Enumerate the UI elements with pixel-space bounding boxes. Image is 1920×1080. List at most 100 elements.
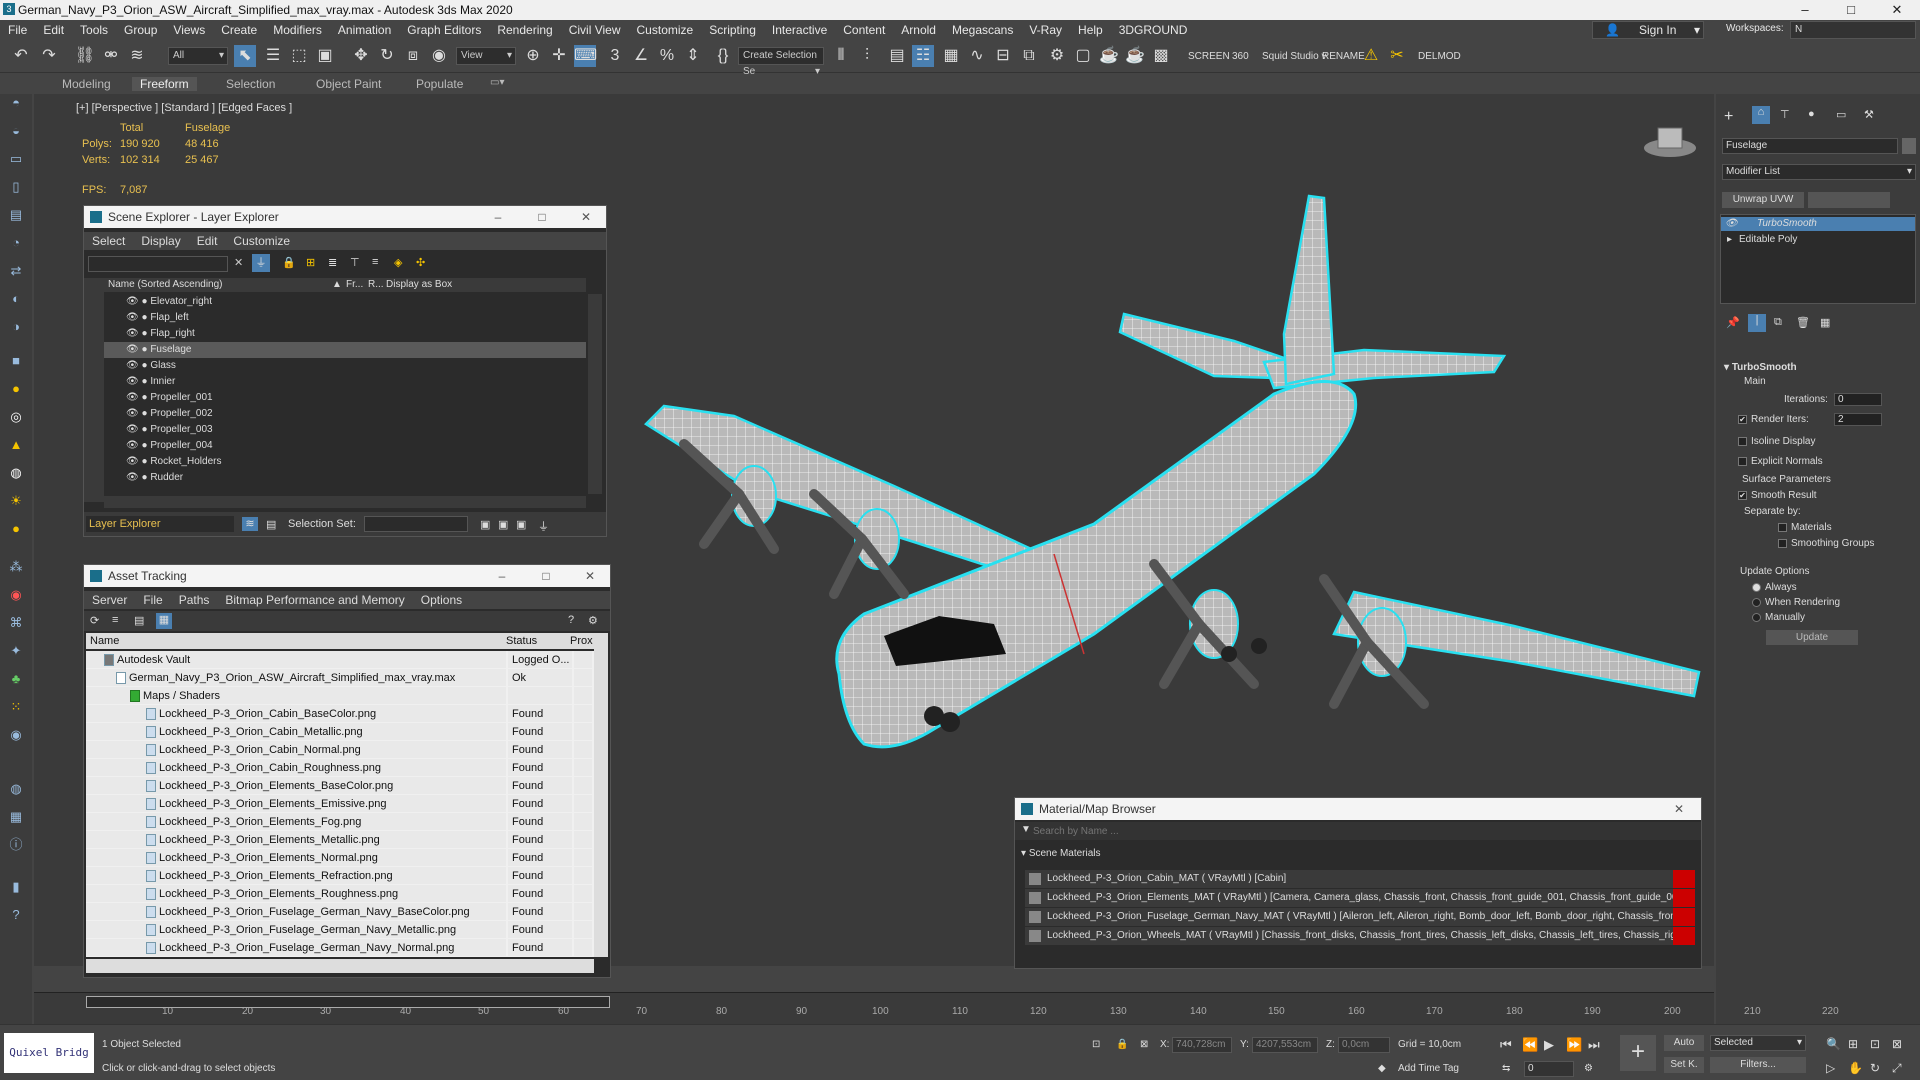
materials-checkbox[interactable]: Materials — [1778, 522, 1832, 533]
update-when-rendering-radio[interactable]: When Rendering — [1752, 597, 1840, 608]
angle-snap-icon[interactable]: ∠ — [630, 45, 652, 67]
render-iters-checkbox[interactable]: ✔ Render Iters: — [1738, 414, 1809, 425]
menu-animation[interactable]: Animation — [330, 23, 399, 37]
eye-icon[interactable]: 👁 — [126, 408, 139, 419]
selection-lock-icon[interactable]: 🔒 — [1116, 1039, 1128, 1050]
rendered-frame-icon[interactable]: ▢ — [1072, 45, 1094, 67]
hierarchy-toggle-icon[interactable]: ▤ — [266, 518, 276, 531]
light-bulb-icon[interactable]: ☀ — [7, 492, 25, 510]
prev-frame-icon[interactable]: ⏪ — [1522, 1037, 1538, 1053]
list-item[interactable]: 👁 ● Flap_right — [104, 326, 586, 342]
scissors-icon[interactable]: ✂ — [1386, 45, 1408, 67]
isolate-icon[interactable]: ⊡ — [1092, 1039, 1100, 1050]
ribbon-options-icon[interactable]: ▭▾ — [490, 77, 504, 88]
display-tool-icon[interactable]: ◐ — [7, 290, 25, 308]
tab-populate[interactable]: Populate — [416, 77, 463, 91]
render-iters-spinner[interactable]: 2 — [1834, 413, 1882, 426]
render-dot-icon[interactable]: ● — [141, 440, 147, 451]
detail-view-icon[interactable]: ▤ — [134, 614, 144, 627]
z-coord-field[interactable]: 0,0cm — [1338, 1037, 1390, 1053]
menu-customize[interactable]: Customize — [629, 23, 702, 37]
mb-search-input[interactable] — [1033, 824, 1673, 838]
menu-help[interactable]: Help — [1070, 23, 1111, 37]
pivot-center-icon[interactable]: ⊕ — [522, 45, 544, 67]
list-item[interactable]: 👁 ● Rudder — [104, 470, 586, 486]
menu-content[interactable]: Content — [835, 23, 893, 37]
rename-script-button[interactable]: RENAME — [1322, 51, 1365, 62]
table-row[interactable]: German_Navy_P3_Orion_ASW_Aircraft_Simpli… — [86, 669, 592, 687]
menu-views[interactable]: Views — [165, 23, 213, 37]
layers-icon[interactable]: ≣ — [328, 256, 337, 269]
render-iterative-icon[interactable]: ☕ — [1124, 45, 1146, 67]
sun-icon[interactable]: ● — [7, 520, 25, 538]
scene-explorer-titlebar[interactable]: Scene Explorer - Layer Explorer – □ ✕ — [84, 206, 606, 228]
filter-icon[interactable]: ⏚ — [252, 254, 270, 272]
info-icon[interactable]: ⓘ — [7, 836, 25, 854]
zoom-extents-all-icon[interactable]: ⊠ — [1892, 1037, 1902, 1051]
utilities-tab-icon[interactable]: ⚒ — [1864, 108, 1874, 121]
table-row[interactable]: Lockheed_P-3_Orion_Elements_Metallic.png… — [86, 831, 592, 849]
se-menu-customize[interactable]: Customize — [225, 234, 298, 248]
at-minimize-button[interactable]: – — [482, 565, 522, 587]
set-key-button[interactable]: Set K. — [1664, 1057, 1704, 1073]
save-set-icon[interactable]: ▣ — [480, 518, 490, 531]
viewport-label[interactable]: [+] [Perspective ] [Standard ] [Edged Fa… — [76, 102, 292, 114]
eye-icon[interactable]: 👁 — [126, 296, 139, 307]
render-dot-icon[interactable]: ● — [141, 328, 147, 339]
quixel-bridge-button[interactable]: Quixel Bridg — [4, 1033, 94, 1073]
modify-tab-icon[interactable]: ⌂ — [1752, 106, 1770, 124]
systems-tool-icon[interactable]: ⇄ — [7, 262, 25, 280]
select-object-icon[interactable]: ⬉ — [234, 45, 256, 67]
render-activeshade-icon[interactable]: ▩ — [1150, 45, 1172, 67]
keyboard-shortcut-override-icon[interactable]: ⌨ — [574, 45, 597, 67]
material-editor-icon[interactable]: ⧉ — [1018, 45, 1040, 67]
render-dot-icon[interactable]: ● — [141, 360, 147, 371]
list-item[interactable]: 👁 ● Propeller_003 — [104, 422, 586, 438]
trash-icon[interactable]: ▮ — [7, 878, 25, 896]
list-item[interactable]: 👁 ● Rocket_Holders — [104, 454, 586, 470]
menu-vray[interactable]: V-Ray — [1021, 23, 1070, 37]
tab-selection[interactable]: Selection — [226, 77, 275, 91]
hierarchy-icon[interactable]: ⊤ — [350, 256, 360, 269]
align-icon[interactable]: ⫶ — [856, 45, 878, 67]
at-horizontal-scrollbar[interactable] — [86, 959, 594, 973]
spinner-snap-icon[interactable]: ⇕ — [682, 45, 704, 67]
list-item-selected[interactable]: 👁 ● Fuselage — [104, 342, 586, 358]
table-row[interactable]: Lockheed_P-3_Orion_Elements_BaseColor.pn… — [86, 777, 592, 795]
se-menu-select[interactable]: Select — [84, 234, 133, 248]
helpers-tool-icon[interactable]: ▤ — [7, 206, 25, 224]
refresh-icon[interactable]: ⟳ — [90, 614, 99, 627]
eye-icon[interactable]: 👁 — [126, 376, 139, 387]
at-vertical-scrollbar[interactable] — [594, 633, 608, 957]
list-item[interactable]: 👁 ● Glass — [104, 358, 586, 374]
modifier-set-button[interactable] — [1808, 192, 1890, 208]
toggle-ribbon-icon[interactable]: ▦ — [940, 45, 962, 67]
mb-close-button[interactable]: ✕ — [1659, 798, 1699, 820]
list-item[interactable]: Lockheed_P-3_Orion_Wheels_MAT ( VRayMtl … — [1025, 927, 1695, 945]
tab-freeform[interactable]: Freeform — [132, 77, 197, 91]
turbosmooth-rollout[interactable]: ▾ TurboSmooth — [1724, 362, 1797, 373]
add-layer-icon[interactable]: ⊞ — [306, 256, 315, 269]
maximize-viewport-icon[interactable]: ⤢ — [1892, 1061, 1902, 1076]
absolute-mode-icon[interactable]: ⊠ — [1140, 1039, 1148, 1050]
table-row[interactable]: Lockheed_P-3_Orion_Elements_Fog.png Found — [86, 813, 592, 831]
stack-icon[interactable]: ≡ — [372, 256, 378, 268]
eye-icon[interactable]: 👁 — [126, 312, 139, 323]
table-row[interactable]: Lockheed_P-3_Orion_Fuselage_German_Navy_… — [86, 921, 592, 939]
filter-set-icon[interactable]: ⏚ — [538, 518, 549, 534]
layer-explorer-dropdown[interactable]: Layer Explorer — [86, 516, 234, 532]
col-name-header[interactable]: Name (Sorted Ascending) — [108, 278, 223, 292]
select-manipulate-icon[interactable]: ✛ — [548, 45, 570, 67]
unwrap-uvw-button[interactable]: Unwrap UVW — [1722, 192, 1804, 208]
window-crossing-icon[interactable]: ▣ — [314, 45, 336, 67]
close-button[interactable]: ✕ — [1874, 0, 1920, 20]
sign-in-dropdown[interactable]: 👤 Sign In ▾ — [1592, 21, 1704, 39]
list-item[interactable]: Lockheed_P-3_Orion_Cabin_MAT ( VRayMtl )… — [1025, 870, 1695, 888]
table-row[interactable]: Lockheed_P-3_Orion_Fuselage_German_Navy_… — [86, 939, 592, 957]
at-close-button[interactable]: ✕ — [570, 565, 610, 587]
se-menu-display[interactable]: Display — [133, 234, 188, 248]
delmod-script-button[interactable]: DELMOD — [1418, 51, 1461, 62]
render-dot-icon[interactable]: ● — [141, 376, 147, 387]
se-minimize-button[interactable]: – — [478, 206, 518, 228]
redo-icon[interactable]: ↷ — [38, 45, 60, 67]
